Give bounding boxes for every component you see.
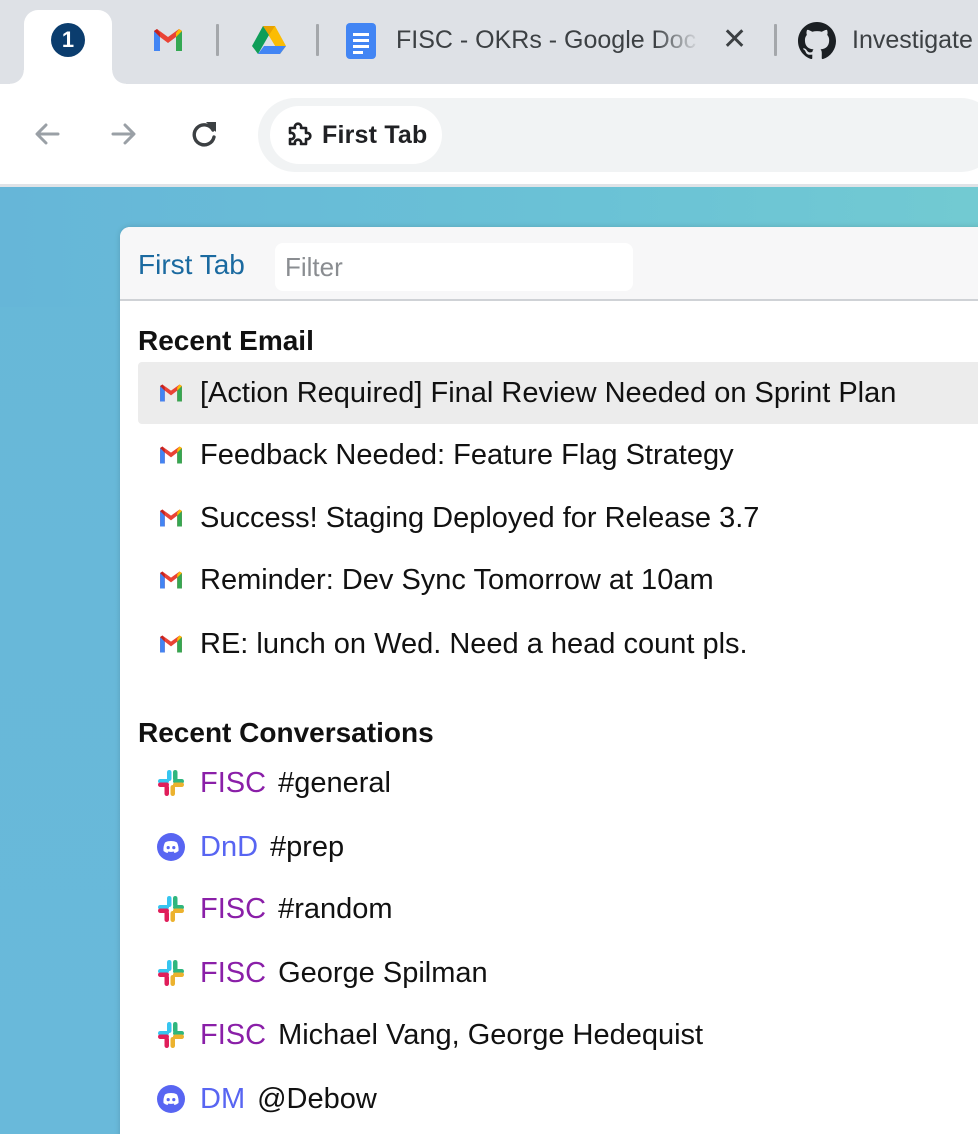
browser-toolbar (0, 84, 978, 184)
arrow-right-icon (111, 123, 136, 145)
reload-button[interactable] (184, 114, 224, 154)
gmail-icon (154, 29, 182, 51)
close-tab-icon[interactable]: ✕ (722, 22, 747, 58)
conversation-name: #general (278, 766, 391, 799)
conversation-name: Michael Vang, George Hedequist (278, 1018, 704, 1051)
conversation-row[interactable]: DM @Debow (138, 1068, 978, 1130)
gmail-icon (160, 509, 182, 527)
slack-icon (156, 894, 186, 924)
section-title-email: Recent Email (138, 325, 314, 356)
gmail-icon (156, 378, 186, 408)
conversation-name: @Debow (257, 1082, 377, 1115)
gmail-icon (160, 571, 182, 589)
reload-icon (192, 122, 216, 147)
slack-icon (158, 1022, 184, 1048)
panel-header: First Tab (120, 227, 978, 301)
google-docs-icon (346, 23, 376, 59)
first-tab-badge-icon[interactable]: 1 (51, 23, 85, 57)
tab-drive[interactable] (250, 22, 288, 62)
section-title-conversations: Recent Conversations (138, 717, 434, 748)
gmail-icon (160, 446, 182, 464)
tab-separator (216, 24, 219, 56)
tab-gmail[interactable] (150, 22, 186, 62)
slack-icon (158, 896, 184, 922)
workspace-label: DM (200, 1082, 246, 1115)
tab-title-docs[interactable]: FISC - OKRs - Google Doc (396, 26, 700, 55)
discord-icon (157, 833, 185, 861)
conversation-row[interactable]: FISC #random (138, 878, 978, 940)
slack-icon (156, 768, 186, 798)
gmail-icon (156, 503, 186, 533)
conversation-row[interactable]: FISC Michael Vang, George Hedequist (138, 1004, 978, 1066)
gmail-icon (156, 629, 186, 659)
extension-puzzle-icon (288, 122, 312, 146)
panel-title: First Tab (138, 249, 245, 280)
arrow-left-icon (35, 123, 60, 145)
forward-button[interactable] (104, 114, 144, 154)
tab-separator (774, 24, 777, 56)
gmail-icon (156, 440, 186, 470)
gmail-icon (160, 635, 182, 653)
email-subject: Reminder: Dev Sync Tomorrow at 10am (200, 563, 714, 596)
tab-separator (316, 24, 319, 56)
tab-strip: 1 FISC - OKRs - Google Doc ✕ Investigate (0, 0, 978, 84)
filter-input[interactable] (275, 243, 633, 291)
slack-icon (156, 958, 186, 988)
discord-icon (157, 1085, 185, 1113)
conversation-name: George Spilman (278, 956, 488, 989)
tab-github[interactable] (798, 22, 836, 64)
email-row[interactable]: [Action Required] Final Review Needed on… (138, 362, 978, 424)
slack-icon (158, 960, 184, 986)
conversation-name: #prep (270, 830, 345, 863)
email-subject: [Action Required] Final Review Needed on… (200, 376, 897, 409)
email-subject: RE: lunch on Wed. Need a head count pls. (200, 627, 748, 660)
back-button[interactable] (27, 114, 67, 154)
email-row[interactable]: Feedback Needed: Feature Flag Strategy (138, 424, 978, 486)
tab-title-github[interactable]: Investigate (852, 26, 978, 55)
email-row[interactable]: Reminder: Dev Sync Tomorrow at 10am (138, 549, 978, 611)
tab-google-docs[interactable] (345, 22, 377, 64)
extension-page-chip[interactable]: First Tab (270, 106, 442, 164)
address-chip-label: First Tab (322, 120, 428, 149)
drive-icon (252, 26, 286, 54)
email-subject: Feedback Needed: Feature Flag Strategy (200, 438, 734, 471)
discord-icon (156, 1084, 186, 1114)
workspace-label: FISC (200, 956, 267, 989)
workspace-label: FISC (200, 1018, 267, 1051)
github-icon (798, 22, 836, 60)
conversation-row[interactable]: FISC George Spilman (138, 942, 978, 1004)
workspace-label: FISC (200, 892, 267, 925)
workspace-label: FISC (200, 766, 267, 799)
discord-icon (156, 832, 186, 862)
gmail-icon (156, 565, 186, 595)
gmail-icon (160, 384, 182, 402)
first-tab-panel: First Tab Recent Email [Action Required]… (120, 227, 978, 1134)
slack-icon (158, 770, 184, 796)
email-row[interactable]: RE: lunch on Wed. Need a head count pls. (138, 613, 978, 675)
conversation-row[interactable]: DnD #prep (138, 816, 978, 878)
conversation-name: #random (278, 892, 393, 925)
email-row[interactable]: Success! Staging Deployed for Release 3.… (138, 487, 978, 549)
slack-icon (156, 1020, 186, 1050)
email-subject: Success! Staging Deployed for Release 3.… (200, 501, 760, 534)
workspace-label: DnD (200, 830, 259, 863)
conversation-row[interactable]: FISC #general (138, 752, 978, 814)
